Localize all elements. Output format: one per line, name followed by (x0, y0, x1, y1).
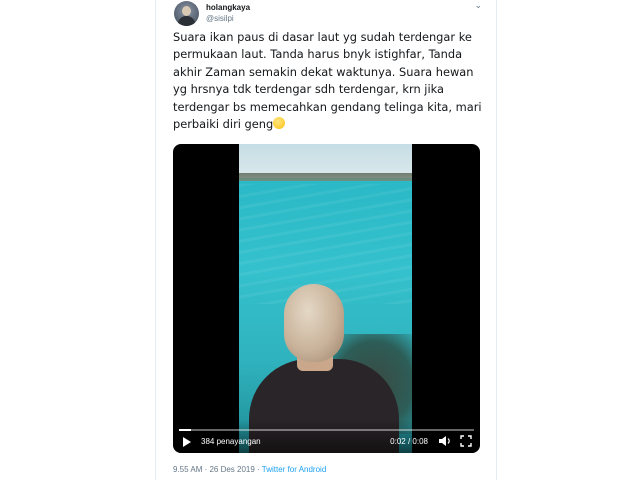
tweet-text: Suara ikan paus di dasar laut yg sudah t… (173, 29, 485, 133)
chevron-down-icon[interactable]: ⌄ (474, 1, 482, 11)
avatar[interactable] (174, 1, 199, 26)
video-current-time: 0:02 (390, 437, 406, 446)
video-time: 0:02 / 0:08 (390, 437, 428, 446)
video-duration: 0:08 (412, 437, 428, 446)
play-icon[interactable] (183, 437, 191, 447)
yellow-emoji-icon (273, 117, 286, 130)
video-progress-fill (179, 429, 191, 431)
meta-separator: · (254, 465, 262, 474)
video-person-head (284, 284, 344, 362)
tweet-card: holangkaya @sisilpi ⌄ Suara ikan paus di… (155, 0, 497, 480)
author-display-name[interactable]: holangkaya (206, 3, 250, 12)
tweet-meta: 9.55 AM · 26 Des 2019 · Twitter for Andr… (173, 465, 326, 474)
video-controls: 384 penayangan 0:02 / 0:08 (173, 419, 480, 453)
tweet-source-link[interactable]: Twitter for Android (262, 465, 326, 474)
tweet-timestamp[interactable]: 9.55 AM · 26 Des 2019 (173, 465, 255, 474)
video-shoreline (239, 173, 412, 181)
video-progress-bar[interactable] (179, 429, 474, 431)
fullscreen-icon[interactable] (460, 435, 472, 447)
video-player[interactable]: 384 penayangan 0:02 / 0:08 (173, 144, 480, 453)
tweet-body: Suara ikan paus di dasar laut yg sudah t… (173, 30, 486, 132)
video-view-count: 384 penayangan (201, 437, 261, 446)
volume-icon[interactable] (438, 435, 452, 447)
video-frame (239, 144, 412, 453)
author-handle[interactable]: @sisilpi (206, 14, 234, 23)
